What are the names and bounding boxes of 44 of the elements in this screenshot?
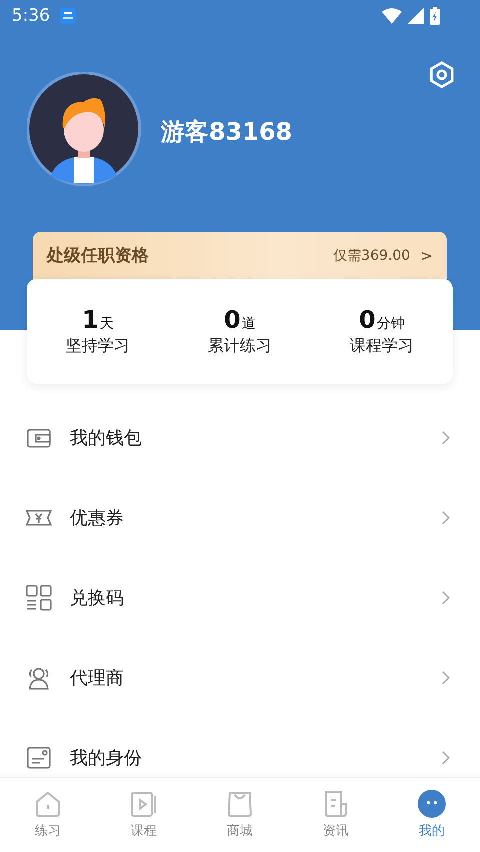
stat-unit: 道 [242,315,256,333]
menu-item[interactable]: 兑换码 [0,558,480,638]
chevron-icon [442,591,450,605]
nav-tab[interactable]: 资讯 [288,778,384,852]
stat-label: 累计练习 [208,336,272,357]
nav-tab[interactable]: 商城 [192,778,288,852]
people-icon [26,665,52,691]
promo-title: 处级任职资格 [47,245,149,267]
nav-tab[interactable]: 我的 [384,778,480,852]
chevron-icon [442,431,450,445]
stat-unit: 分钟 [376,315,405,333]
app-icon [60,8,76,24]
status-time: 5:36 [12,6,50,26]
menu-item[interactable]: 我的钱包 [0,398,480,478]
user-name: 游客83168 [161,117,294,148]
chevron-icon [442,671,450,685]
chevron-icon [442,751,450,765]
stat-label: 坚持学习 [66,336,130,357]
bag-icon [226,790,254,818]
menu-item[interactable]: 代理商 [0,638,480,718]
menu-item[interactable]: 我的身份 [0,718,480,777]
stat-value: 1 [82,306,99,334]
stat-value: 0 [224,306,241,334]
promo-price: 仅需369.00 [333,246,410,264]
stat-unit: 天 [100,315,114,333]
home-icon [34,790,62,818]
avatar-drawing[interactable] [27,72,141,186]
settings-icon[interactable] [428,61,456,89]
id-card-icon [26,745,52,771]
face-icon [418,790,446,818]
chevron-icon [442,511,450,525]
nav-tab[interactable]: 练习 [0,778,96,852]
chevron-icon: > [420,246,433,264]
nav-tab[interactable]: 课程 [96,778,192,852]
play-icon [130,790,158,818]
promo-banner[interactable]: 处级任职资格 仅需369.00 > [33,232,447,279]
battery-icon [430,7,440,25]
grid-icon [26,585,52,611]
stat-value: 0 [359,306,376,334]
wifi-icon [382,8,402,24]
signal-icon [408,8,424,24]
document-icon [322,790,350,818]
stat-label: 课程学习 [350,336,414,357]
menu-item[interactable]: 优惠券 [0,478,480,558]
